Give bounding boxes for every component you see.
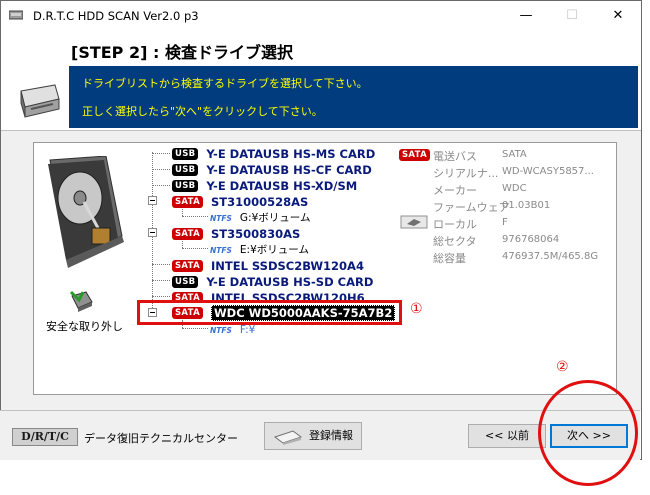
drive-small-icon	[400, 215, 428, 229]
tree-line	[152, 169, 170, 170]
drive-name: ST3500830AS	[210, 226, 301, 241]
partition-label: E:¥ボリューム	[239, 244, 309, 256]
drive-name: Y-E DATAUSB HS-XD/SM	[206, 178, 358, 193]
drive-row[interactable]: USB Y-E DATAUSB HS-MS CARD	[172, 146, 375, 162]
hdd-icon	[20, 84, 60, 118]
safe-remove-icon[interactable]	[68, 288, 94, 314]
register-info-label: 登録情報	[309, 429, 353, 442]
sata-badge: SATA	[172, 291, 203, 300]
ntfs-badge: NTFS	[210, 246, 232, 255]
maximize-button: ☐	[566, 8, 578, 23]
step-title: [STEP 2] : 検査ドライブ選択	[71, 43, 293, 62]
prop-value: 976768064	[502, 234, 560, 245]
drive-name: INTEL SSDSC2BW120H6	[210, 290, 365, 301]
highlight-circle	[538, 380, 638, 486]
tree-line	[152, 185, 170, 186]
instruction-box: ドライブリストから検査するドライブを選択して下さい。 正しく選択したら"次へ"を…	[69, 66, 638, 128]
prop-label: ファームウェア	[433, 201, 510, 214]
tree-line	[182, 248, 208, 249]
register-info-button[interactable]: 登録情報	[264, 422, 362, 450]
drive-row[interactable]: SATA ST3500830AS	[172, 226, 300, 242]
sata-badge: SATA	[399, 149, 430, 161]
tree-line	[152, 280, 170, 281]
partition-row[interactable]: NTFS E:¥ボリューム	[210, 242, 309, 258]
drive-row[interactable]: USB Y-E DATAUSB HS-SD CARD	[172, 274, 373, 290]
sata-badge: SATA	[172, 227, 203, 240]
partition-label: F:¥	[239, 324, 256, 336]
prop-value: 476937.5M/465.8G	[502, 251, 599, 262]
window-title: D.R.T.C HDD SCAN Ver2.0 p3	[33, 9, 199, 23]
ntfs-badge: NTFS	[210, 214, 232, 223]
tree-line	[152, 153, 170, 154]
prop-label: ローカル	[433, 218, 477, 231]
back-button[interactable]: << 以前	[468, 424, 546, 448]
collapse-toggle[interactable]	[148, 228, 157, 237]
company-name: データ復旧テクニカルセンター	[84, 432, 238, 445]
drive-button-icon	[273, 430, 303, 445]
prop-label: メーカー	[433, 184, 477, 197]
usb-badge: USB	[172, 275, 199, 288]
drive-name: Y-E DATAUSB HS-MS CARD	[206, 146, 376, 161]
prop-label: 総セクタ	[433, 235, 477, 248]
tree-line	[182, 328, 208, 329]
safe-remove-label[interactable]: 安全な取り外し	[46, 318, 123, 334]
header: [STEP 2] : 検査ドライブ選択 ドライブリストから検査するドライブを選択…	[1, 31, 641, 131]
prop-label: シリアルナ...	[433, 167, 499, 180]
drive-name: INTEL SSDSC2BW120A4	[210, 258, 364, 273]
close-button[interactable]: ✕	[595, 1, 641, 31]
prop-value: F	[502, 217, 508, 228]
app-drive-icon	[9, 10, 23, 20]
highlight-box	[137, 300, 402, 325]
annotation-2: ②	[556, 359, 569, 375]
minimize-button[interactable]: —	[503, 1, 549, 31]
partition-label: G:¥ボリューム	[239, 212, 311, 224]
drive-name: Y-E DATAUSB HS-CF CARD	[206, 162, 372, 177]
drive-row[interactable]: SATA INTEL SSDSC2BW120A4	[172, 258, 364, 274]
tree-line	[152, 264, 170, 265]
tree-line	[152, 296, 170, 297]
usb-badge: USB	[172, 179, 199, 192]
drive-row[interactable]: USB Y-E DATAUSB HS-CF CARD	[172, 162, 372, 178]
prop-value: WD-WCASY5857...	[502, 166, 594, 177]
drive-name: ST31000528AS	[210, 194, 309, 209]
collapse-toggle[interactable]	[148, 196, 157, 205]
prop-value: WDC	[502, 183, 527, 194]
prop-label: 電送バス	[433, 150, 477, 163]
drive-name: Y-E DATAUSB HS-SD CARD	[206, 274, 374, 289]
prop-label: 総容量	[433, 252, 466, 265]
drive-row[interactable]: USB Y-E DATAUSB HS-XD/SM	[172, 178, 357, 194]
drive-row[interactable]: SATA INTEL SSDSC2BW120H6	[172, 290, 365, 300]
instruction-line-2: 正しく選択したら"次へ"をクリックして下さい。	[82, 105, 323, 118]
title-bar: D.R.T.C HDD SCAN Ver2.0 p3 — ☐ ✕	[1, 1, 641, 31]
prop-value: SATA	[502, 149, 527, 160]
drive-row[interactable]: SATA ST31000528AS	[172, 194, 308, 210]
prop-value: 01.03B01	[502, 200, 551, 211]
drtc-logo: D/R/T/C	[12, 428, 78, 446]
hdd-image-icon	[48, 156, 124, 268]
partition-row[interactable]: NTFS G:¥ボリューム	[210, 210, 310, 226]
ntfs-badge: NTFS	[210, 326, 232, 335]
sata-badge: SATA	[172, 259, 203, 272]
tree-line	[182, 216, 208, 217]
usb-badge: USB	[172, 163, 199, 176]
sata-badge: SATA	[172, 195, 203, 208]
annotation-1: ①	[410, 301, 423, 317]
instruction-line-1: ドライブリストから検査するドライブを選択して下さい。	[82, 77, 368, 90]
usb-badge: USB	[172, 147, 199, 160]
